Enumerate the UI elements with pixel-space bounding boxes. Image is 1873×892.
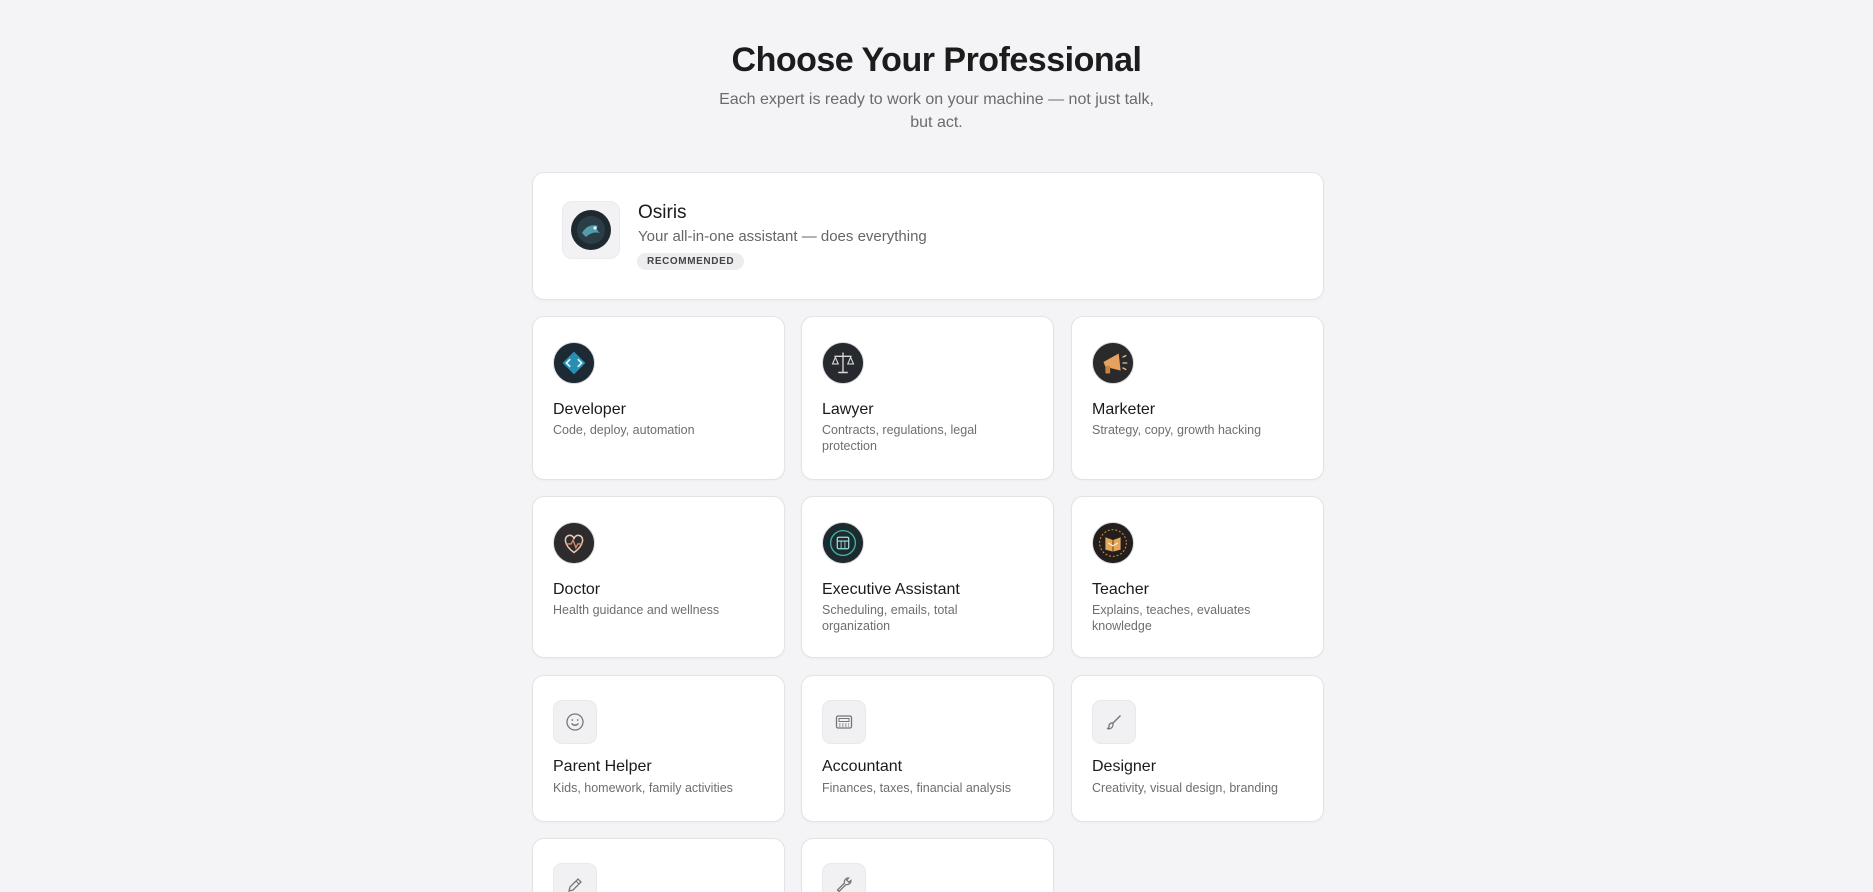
- header: Choose Your Professional Each expert is …: [0, 0, 1873, 134]
- card-accountant[interactable]: Accountant Finances, taxes, financial an…: [801, 675, 1054, 822]
- card-name: Developer: [553, 401, 626, 418]
- osiris-avatar-icon: [562, 201, 620, 259]
- card-developer[interactable]: Developer Code, deploy, automation: [532, 316, 785, 480]
- calculator-icon: [822, 700, 866, 744]
- card-name: Marketer: [1092, 401, 1156, 418]
- card-writer[interactable]: [532, 838, 785, 892]
- card-description: Kids, homework, family activities: [553, 781, 733, 795]
- card-marketer[interactable]: Marketer Strategy, copy, growth hacking: [1071, 316, 1324, 480]
- card-description: Strategy, copy, growth hacking: [1092, 423, 1262, 437]
- card-name: Teacher: [1092, 581, 1149, 598]
- card-technician[interactable]: [801, 838, 1054, 892]
- heart-avatar-icon: [553, 522, 595, 564]
- book-avatar-icon: [1092, 522, 1134, 564]
- featured-card-osiris[interactable]: Osiris Your all-in-one assistant — does …: [532, 172, 1324, 300]
- page: Choose Your Professional Each expert is …: [0, 0, 1873, 892]
- card-description: Health guidance and wellness: [553, 603, 720, 617]
- card-description: Contracts, regulations, legal protection: [822, 423, 977, 453]
- card-lawyer[interactable]: Lawyer Contracts, regulations, legal pro…: [801, 316, 1054, 480]
- card-teacher[interactable]: Teacher Explains, teaches, evaluates kno…: [1071, 496, 1324, 658]
- card-designer[interactable]: Designer Creativity, visual design, bran…: [1071, 675, 1324, 822]
- pencil-icon: [553, 863, 597, 892]
- card-description: Scheduling, emails, total organization: [822, 603, 958, 633]
- developer-avatar-icon: [553, 342, 595, 384]
- card-description: Explains, teaches, evaluates knowledge: [1092, 603, 1251, 633]
- card-executive-assistant[interactable]: Executive Assistant Scheduling, emails, …: [801, 496, 1054, 658]
- wrench-icon: [822, 863, 866, 892]
- paintbrush-icon: [1092, 700, 1136, 744]
- scales-avatar-icon: [822, 342, 864, 384]
- megaphone-avatar-icon: [1092, 342, 1134, 384]
- card-parent-helper[interactable]: Parent Helper Kids, homework, family act…: [532, 675, 785, 822]
- page-title: Choose Your Professional: [731, 41, 1142, 79]
- card-description: Creativity, visual design, branding: [1092, 781, 1278, 795]
- featured-name: Osiris: [638, 202, 687, 223]
- smiley-icon: [553, 700, 597, 744]
- card-doctor[interactable]: Doctor Health guidance and wellness: [532, 496, 785, 658]
- card-name: Parent Helper: [553, 758, 652, 775]
- card-description: Code, deploy, automation: [553, 423, 695, 437]
- card-description: Finances, taxes, financial analysis: [822, 781, 1011, 795]
- page-subtitle: Each expert is ready to work on your mac…: [719, 91, 1154, 131]
- card-name: Accountant: [822, 758, 903, 775]
- card-name: Executive Assistant: [822, 581, 960, 598]
- card-name: Lawyer: [822, 401, 874, 418]
- recommended-badge: RECOMMENDED: [637, 253, 745, 270]
- card-name: Designer: [1092, 758, 1157, 775]
- featured-description: Your all-in-one assistant — does everyth…: [638, 228, 927, 245]
- card-name: Doctor: [553, 581, 601, 598]
- calendar-avatar-icon: [822, 522, 864, 564]
